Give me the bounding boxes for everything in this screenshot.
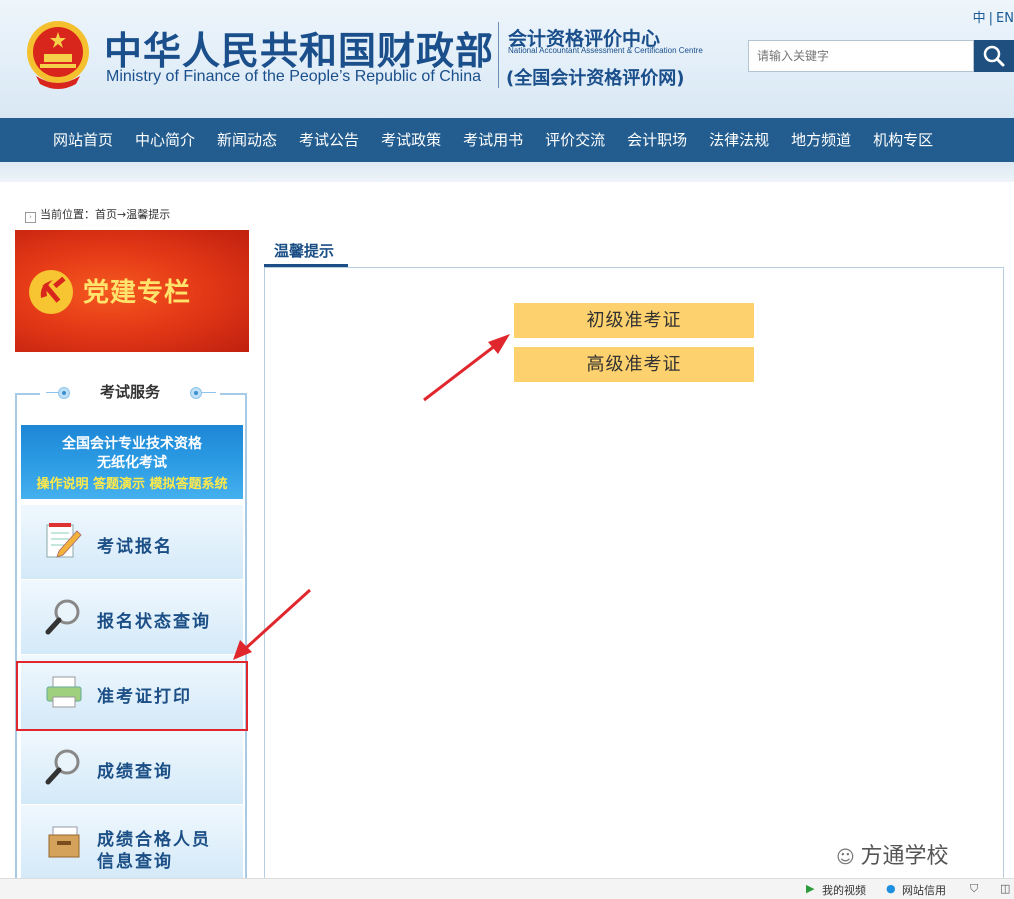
search-icon [983, 45, 1005, 67]
nav-shadow-band [0, 162, 1014, 182]
paperless-exam-banner[interactable]: 全国会计专业技术资格 无纸化考试 操作说明 答题演示 模拟答题系统 [21, 425, 243, 499]
magnifier-icon [45, 599, 80, 635]
notepad-pencil-icon [46, 523, 82, 558]
my-video-link[interactable]: 我的视频 [822, 882, 866, 898]
nav-item-local[interactable]: 地方频道 [780, 118, 862, 162]
nav-item-exam-notice[interactable]: 考试公告 [288, 118, 370, 162]
search-button[interactable] [974, 40, 1014, 72]
nav-item-career[interactable]: 会计职场 [616, 118, 698, 162]
senior-admission-button[interactable]: 高级准考证 [514, 347, 754, 382]
breadcrumb: › 当前位置：首页→温馨提示 [25, 206, 170, 223]
drop-icon: ● [886, 882, 896, 895]
site-header: 中华人民共和国财政部 Ministry of Finance of the Pe… [0, 0, 1014, 118]
ministry-title-en: Ministry of Finance of the People’s Repu… [106, 68, 482, 85]
lang-cn-link[interactable]: 中 [973, 11, 986, 26]
title-dot-left-icon [58, 387, 70, 399]
wechat-icon: ☺︎ [836, 847, 861, 868]
watermark-text: 方通学校 [860, 844, 949, 869]
title-line-right [202, 392, 216, 393]
breadcrumb-text: 当前位置：首页→温馨提示 [40, 208, 171, 221]
exam-services-title: 考试服务 [99, 383, 160, 401]
hammer-sickle-icon [29, 270, 73, 314]
sidebar-item-registration-status[interactable]: 报名状态查询 [21, 580, 243, 655]
center-subtitle: (全国会计资格评价网) [506, 68, 685, 89]
sidebar-item-label: 成绩查询 [97, 762, 173, 782]
arrow-box-icon: › [25, 212, 36, 223]
browser-status-bar: ▶ 我的视频 ● 网站信用 ⛉ ◫ [0, 878, 1014, 899]
nav-item-home[interactable]: 网站首页 [42, 118, 124, 162]
party-banner-label: 党建专栏 [83, 278, 192, 308]
title-dot-right-icon [190, 387, 202, 399]
sidebar-item-label: 报名状态查询 [97, 612, 211, 632]
nav-item-exam-policy[interactable]: 考试政策 [370, 118, 452, 162]
play-icon: ▶ [806, 882, 815, 895]
search-input[interactable] [748, 40, 974, 72]
junior-admission-button[interactable]: 初级准考证 [514, 303, 754, 338]
nav-item-exam-books[interactable]: 考试用书 [452, 118, 534, 162]
sidebar-item-label: 考试报名 [97, 537, 173, 557]
paperless-banner-line1: 全国会计专业技术资格 [62, 436, 202, 452]
party-building-banner[interactable]: 党建专栏 [15, 230, 249, 352]
paperless-banner-line2: 无纸化考试 [97, 455, 167, 471]
nav-item-exchange[interactable]: 评价交流 [534, 118, 616, 162]
nav-item-about[interactable]: 中心简介 [124, 118, 206, 162]
file-box-icon [48, 826, 80, 858]
window-icon[interactable]: ◫ [1000, 882, 1010, 895]
main-nav: 网站首页 中心简介 新闻动态 考试公告 考试政策 考试用书 评价交流 会计职场 … [0, 118, 1014, 162]
nav-item-news[interactable]: 新闻动态 [206, 118, 288, 162]
exam-services-header: 考试服务 [40, 380, 220, 406]
shield-icon[interactable]: ⛉ [970, 882, 978, 896]
lang-separator: | [988, 11, 994, 26]
ministry-title: 中华人民共和国财政部 [104, 29, 495, 73]
tab-warm-tips[interactable]: 温馨提示 [274, 240, 334, 261]
center-title-en: National Accountant Assessment & Certifi… [508, 46, 703, 55]
sidebar-item-registration[interactable]: 考试报名 [21, 505, 243, 580]
magnifier-icon [45, 749, 80, 785]
paperless-banner-links: 操作说明 答题演示 模拟答题系统 [36, 477, 228, 492]
sidebar-item-score-query[interactable]: 成绩查询 [21, 730, 243, 805]
watermark: ☺︎ 方通学校 [836, 838, 949, 870]
site-credit-link[interactable]: 网站信用 [902, 882, 946, 898]
highlight-box [16, 661, 248, 731]
lang-en-link[interactable]: EN [996, 11, 1014, 26]
nav-item-institutions[interactable]: 机构专区 [862, 118, 944, 162]
header-divider [498, 22, 499, 88]
nav-item-laws[interactable]: 法律法规 [698, 118, 780, 162]
sidebar-item-qualified-info[interactable]: 成绩合格人员 信息查询 [21, 805, 243, 880]
language-switch: 中 | EN [973, 7, 1014, 26]
sidebar-item-label-line2: 信息查询 [97, 852, 173, 872]
national-emblem-icon [27, 21, 89, 89]
